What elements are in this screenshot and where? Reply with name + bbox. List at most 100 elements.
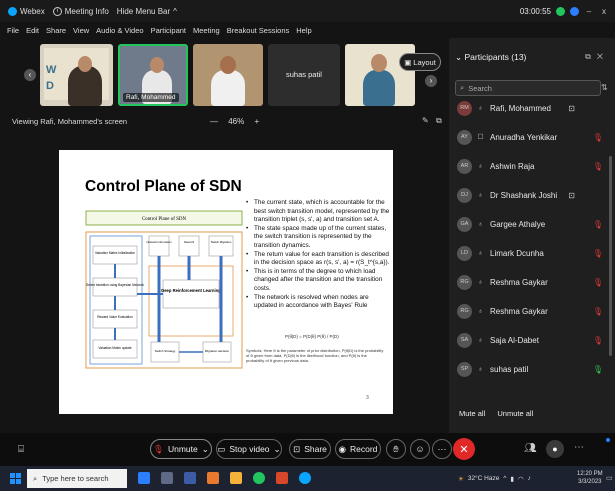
chevron-down-icon[interactable]: ⌄ bbox=[274, 444, 281, 455]
participant-row[interactable]: SA ♁ Saja Al-Dabet 🎙︎ bbox=[457, 330, 605, 350]
taskview-icon[interactable] bbox=[138, 472, 150, 484]
menu-edit[interactable]: Edit bbox=[26, 26, 39, 35]
menu-view[interactable]: View bbox=[73, 26, 89, 35]
leave-meeting-button[interactable]: ✕ bbox=[453, 438, 475, 460]
menu-help[interactable]: Help bbox=[296, 26, 311, 35]
speaker-icon[interactable]: ♪ bbox=[528, 475, 531, 482]
participant-search-input[interactable]: ⌕ Search bbox=[455, 80, 601, 96]
participant-row[interactable]: DJ ♁ Dr Shashank Joshi ⊡ bbox=[457, 185, 605, 205]
slide-title: Control Plane of SDN bbox=[85, 178, 242, 195]
caret-up-icon: ^ bbox=[173, 6, 177, 16]
participant-name: Gargee Athalye bbox=[490, 219, 546, 229]
app-icon[interactable] bbox=[207, 472, 219, 484]
slide-bullets: The current state, which is accountable … bbox=[246, 199, 391, 311]
slide-bullet: This is in terms of the degree to which … bbox=[246, 268, 391, 294]
chevron-left-icon[interactable]: ‹ bbox=[24, 69, 36, 81]
participant-name: Reshma Gaykar bbox=[490, 306, 548, 316]
clock-time: 12:20 PM bbox=[577, 471, 603, 477]
participant-row[interactable]: GA ♁ Gargee Athalye 🎙︎ bbox=[457, 214, 605, 234]
raise-hand-button[interactable]: ✋︎ bbox=[386, 439, 406, 459]
captions-icon[interactable]: ⌸ bbox=[18, 444, 24, 455]
unmute-all-button[interactable]: Unmute all bbox=[497, 409, 533, 418]
connection-icon: ♁ bbox=[477, 162, 484, 170]
record-button[interactable]: ◉ Record bbox=[335, 439, 381, 459]
notifications-icon[interactable]: ▭ bbox=[606, 474, 613, 482]
participant-row[interactable]: LD ♁ Limark Dcunha 🎙︎ bbox=[457, 243, 605, 263]
slide-formula: P(θ|D) = P(D|θ) P(θ) / P(D) bbox=[285, 334, 339, 339]
chat-icon[interactable]: ● bbox=[546, 440, 564, 458]
participant-row[interactable]: RG ♁ Reshma Gaykar 🎙︎ bbox=[457, 301, 605, 321]
layout-button[interactable]: ▣ Layout bbox=[399, 53, 441, 71]
more-icon: ··· bbox=[437, 444, 447, 454]
menu-file[interactable]: File bbox=[7, 26, 19, 35]
participant-scrollbar[interactable] bbox=[609, 156, 612, 356]
app-icon[interactable] bbox=[184, 472, 196, 484]
participant-row[interactable]: AR ♁ Ashwin Raja 🎙︎ bbox=[457, 156, 605, 176]
participant-row[interactable]: RG ♁ Reshma Gaykar 🎙︎ bbox=[457, 272, 605, 292]
battery-icon[interactable]: ▮ bbox=[510, 475, 514, 483]
connection-icon: ♁ bbox=[477, 365, 484, 373]
participant-name: Ashwin Raja bbox=[490, 161, 535, 171]
hide-menu-label: Hide Menu Bar bbox=[116, 6, 171, 16]
more-options-button[interactable]: ··· bbox=[432, 439, 452, 459]
taskbar-clock[interactable]: 12:20 PM 3/3/2023 bbox=[577, 470, 603, 486]
stop-video-button[interactable]: ▭ Stop video ⌄ bbox=[216, 439, 282, 459]
chrome-icon[interactable] bbox=[253, 472, 265, 484]
participant-name: Saja Al-Dabet bbox=[490, 335, 539, 345]
app-icon[interactable] bbox=[276, 472, 288, 484]
video-thumbnail[interactable]: suhas patil bbox=[268, 44, 340, 106]
more-panels-icon[interactable]: ⋯ bbox=[574, 442, 584, 453]
pen-icon[interactable]: ✎ bbox=[422, 116, 429, 125]
menu-audio-video[interactable]: Audio & Video bbox=[96, 26, 143, 35]
profile-icon[interactable] bbox=[570, 6, 579, 16]
video-thumbnail-active[interactable]: Rafi, Mohammed bbox=[118, 44, 188, 106]
chevron-down-icon[interactable]: ⌄ bbox=[202, 444, 209, 455]
zoom-out-button[interactable]: — bbox=[210, 117, 218, 126]
thumbnail-name: Rafi, Mohammed bbox=[123, 93, 179, 102]
chevron-up-icon[interactable]: ^ bbox=[503, 475, 506, 482]
video-thumbnail[interactable]: W D bbox=[40, 44, 113, 106]
menu-participant[interactable]: Participant bbox=[151, 26, 186, 35]
hide-menu-bar-button[interactable]: Hide Menu Bar ^ bbox=[117, 7, 177, 16]
close-icon: ✕ bbox=[459, 443, 469, 456]
viewing-bar: Viewing Rafi, Mohammed's screen — 46% + … bbox=[0, 113, 449, 129]
popout-icon[interactable]: ⧉ bbox=[585, 52, 597, 61]
menu-meeting[interactable]: Meeting bbox=[193, 26, 220, 35]
menu-share[interactable]: Share bbox=[46, 26, 66, 35]
diagram-box: Deep Reinforcement Learning bbox=[161, 288, 221, 293]
connection-icon: ♁ bbox=[477, 191, 484, 199]
menu-breakout[interactable]: Breakout Sessions bbox=[227, 26, 290, 35]
windows-start-icon[interactable] bbox=[10, 473, 21, 484]
close-icon[interactable]: ✕ bbox=[597, 52, 609, 61]
connection-icon: ♁ bbox=[477, 307, 484, 315]
diagram-box: Reward Value Evaluation bbox=[97, 315, 133, 319]
unmute-button[interactable]: 🎙︎ Unmute ⌄ bbox=[150, 439, 212, 459]
chevron-down-icon[interactable]: ⌄ bbox=[455, 52, 462, 62]
webex-taskbar-icon[interactable] bbox=[299, 472, 311, 484]
webex-menu[interactable]: Webex bbox=[8, 6, 45, 16]
sharing-icon: ⊡ bbox=[568, 103, 575, 113]
fullscreen-icon[interactable]: ⧉ bbox=[436, 116, 442, 126]
zoom-in-button[interactable]: + bbox=[254, 117, 259, 126]
reactions-button[interactable]: ☺ bbox=[410, 439, 430, 459]
connection-icon: ♁ bbox=[477, 336, 484, 344]
close-window-button[interactable]: x bbox=[599, 7, 609, 16]
mic-muted-icon: 🎙︎ bbox=[592, 161, 603, 171]
video-thumbnail[interactable] bbox=[193, 44, 263, 106]
widgets-icon[interactable] bbox=[161, 472, 173, 484]
weather-text[interactable]: 32°C Haze bbox=[468, 475, 500, 482]
participant-row[interactable]: AY ☐ Anuradha Yenkikar 🎙︎ bbox=[457, 127, 605, 147]
wifi-icon[interactable]: ◠ bbox=[518, 475, 524, 483]
share-button[interactable]: ⊡ Share bbox=[289, 439, 331, 459]
meeting-info-button[interactable]: i Meeting Info bbox=[52, 6, 109, 16]
participant-row[interactable]: SP ♁ suhas patil 🎙︎ bbox=[457, 359, 605, 379]
minimize-button[interactable]: – bbox=[584, 7, 594, 16]
participants-header[interactable]: ⌄ Participants (13) bbox=[455, 52, 526, 63]
file-explorer-icon[interactable] bbox=[230, 472, 242, 484]
sort-icon[interactable]: ⇅ bbox=[601, 83, 608, 92]
chevron-right-icon[interactable]: › bbox=[425, 75, 437, 87]
participants-toggle-icon[interactable]: 👥︎ bbox=[524, 443, 537, 454]
mute-all-button[interactable]: Mute all bbox=[459, 409, 485, 418]
taskbar-search-input[interactable]: ⌕ Type here to search bbox=[27, 469, 127, 488]
participant-row[interactable]: RM ♁ Rafi, Mohammed ⊡ bbox=[457, 98, 605, 118]
